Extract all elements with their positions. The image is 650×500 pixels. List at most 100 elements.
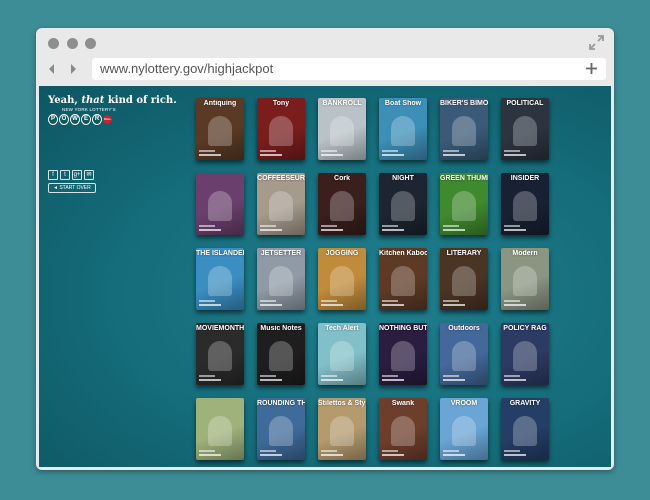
- tagline-end: kind of rich.: [104, 95, 177, 106]
- zoom-window-button[interactable]: [85, 38, 96, 49]
- magazine-masthead: Music Notes: [260, 325, 302, 332]
- cover-photo: [391, 116, 415, 146]
- magazine-cover[interactable]: LITERARY: [440, 248, 488, 310]
- magazine-cover[interactable]: VROOM: [440, 398, 488, 460]
- cover-line: [199, 150, 215, 152]
- cover-photo: [452, 416, 476, 446]
- start-over-button[interactable]: ◄ START OVER: [48, 183, 96, 193]
- magazine-cover[interactable]: NOTHING BUT NET: [379, 323, 427, 385]
- cover-line: [199, 300, 215, 302]
- cover-line: [382, 225, 398, 227]
- cover-photo: [330, 191, 354, 221]
- magazine-cover[interactable]: JOGGING: [318, 248, 366, 310]
- cover-photo: [208, 191, 232, 221]
- magazine-masthead: INSIDER: [510, 175, 540, 182]
- magazine-masthead: BANKROLL: [322, 100, 362, 107]
- page-content: Yeah, that kind of rich. NEW YORK LOTTER…: [39, 86, 611, 467]
- cover-line: [382, 229, 404, 231]
- magazine-cover[interactable]: POLITICAL: [501, 98, 549, 160]
- powerball-logo: P O W E R BALL: [48, 114, 177, 125]
- close-window-button[interactable]: [48, 38, 59, 49]
- cover-line: [260, 150, 276, 152]
- cover-line: [382, 375, 398, 377]
- cover-line: [260, 450, 276, 452]
- facebook-icon[interactable]: f: [48, 170, 58, 180]
- magazine-cover[interactable]: BANKROLL: [318, 98, 366, 160]
- cover-line: [199, 375, 215, 377]
- cover-line: [443, 450, 459, 452]
- magazine-cover[interactable]: Modern: [501, 248, 549, 310]
- cover-photo: [269, 191, 293, 221]
- magazine-cover[interactable]: [196, 398, 244, 460]
- navigation-bar: www.nylottery.gov/highjackpot: [36, 58, 614, 86]
- logo-letter: E: [81, 114, 91, 125]
- cover-line: [321, 225, 337, 227]
- cover-line: [260, 300, 276, 302]
- cover-photo: [391, 416, 415, 446]
- email-icon[interactable]: ✉: [84, 170, 94, 180]
- magazine-cover[interactable]: COFFEESEUR: [257, 173, 305, 235]
- magazine-masthead: Tech Alert: [325, 325, 359, 332]
- magazine-cover[interactable]: POLICY RAG: [501, 323, 549, 385]
- cover-photo: [330, 341, 354, 371]
- cover-line: [260, 454, 282, 456]
- magazine-cover[interactable]: Cork: [318, 173, 366, 235]
- cover-line: [321, 379, 343, 381]
- magazine-cover[interactable]: MOVIEMONTHLY: [196, 323, 244, 385]
- cover-photo: [452, 191, 476, 221]
- magazine-masthead: Cork: [334, 175, 350, 182]
- cover-line: [382, 450, 398, 452]
- expand-icon[interactable]: [589, 35, 604, 50]
- new-tab-plus-icon[interactable]: [585, 62, 598, 75]
- cover-photo: [269, 341, 293, 371]
- cover-line: [443, 300, 459, 302]
- magazine-cover[interactable]: Boat Show: [379, 98, 427, 160]
- cover-line: [321, 150, 337, 152]
- magazine-masthead: LITERARY: [446, 250, 482, 257]
- magazine-cover[interactable]: BIKER'S BIMONTHLY: [440, 98, 488, 160]
- cover-photo: [452, 266, 476, 296]
- twitter-icon[interactable]: t: [60, 170, 70, 180]
- cover-line: [321, 154, 343, 156]
- logo-letter: R: [92, 114, 102, 125]
- magazine-cover[interactable]: Outdoors: [440, 323, 488, 385]
- cover-line: [504, 154, 526, 156]
- minimize-window-button[interactable]: [67, 38, 78, 49]
- magazine-cover[interactable]: INSIDER: [501, 173, 549, 235]
- cover-line: [443, 225, 459, 227]
- magazine-cover[interactable]: [196, 173, 244, 235]
- cover-line: [504, 375, 520, 377]
- magazine-cover[interactable]: Stilettos & Style: [318, 398, 366, 460]
- magazine-cover[interactable]: Swank: [379, 398, 427, 460]
- magazine-masthead: Swank: [391, 400, 415, 407]
- magazine-cover[interactable]: Music Notes: [257, 323, 305, 385]
- magazine-cover[interactable]: ROUNDING THIRD: [257, 398, 305, 460]
- forward-arrow-icon[interactable]: [66, 62, 80, 76]
- magazine-masthead: MOVIEMONTHLY: [196, 325, 244, 332]
- back-arrow-icon[interactable]: [45, 62, 59, 76]
- magazine-cover[interactable]: Tech Alert: [318, 323, 366, 385]
- cover-line: [260, 225, 276, 227]
- powerball-ball-icon: BALL: [103, 115, 112, 124]
- cover-line: [260, 379, 282, 381]
- cover-line: [260, 154, 282, 156]
- logo-letter: O: [59, 114, 69, 125]
- magazine-cover[interactable]: GRAVITY: [501, 398, 549, 460]
- cover-line: [504, 225, 520, 227]
- cover-line: [443, 154, 465, 156]
- magazine-cover[interactable]: Kitchen Kaboodle: [379, 248, 427, 310]
- magazine-masthead: Tony: [272, 100, 290, 107]
- magazine-cover[interactable]: JETSETTER: [257, 248, 305, 310]
- magazine-cover[interactable]: THE ISLANDER: [196, 248, 244, 310]
- cover-photo: [330, 266, 354, 296]
- google-plus-icon[interactable]: g+: [72, 170, 82, 180]
- logo-letter: P: [48, 114, 58, 125]
- magazine-cover[interactable]: GREEN THUMB: [440, 173, 488, 235]
- magazine-cover[interactable]: Tony: [257, 98, 305, 160]
- magazine-cover[interactable]: NIGHT: [379, 173, 427, 235]
- cover-line: [260, 304, 282, 306]
- magazine-masthead: Antiquing: [203, 100, 237, 107]
- address-bar[interactable]: www.nylottery.gov/highjackpot: [92, 58, 606, 80]
- cover-line: [321, 375, 337, 377]
- magazine-cover[interactable]: Antiquing: [196, 98, 244, 160]
